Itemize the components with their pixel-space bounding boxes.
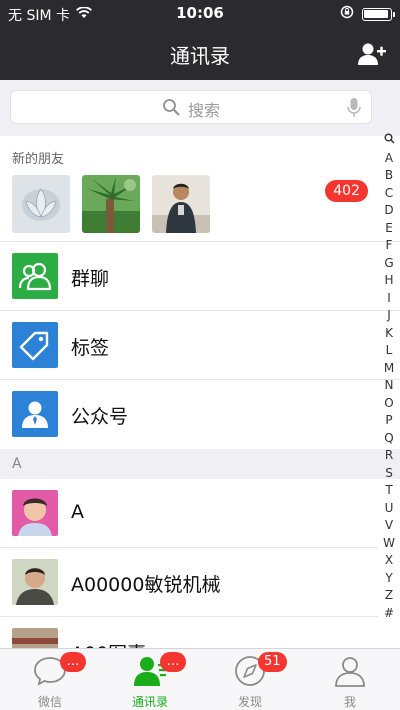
- tab-me[interactable]: 我: [300, 649, 400, 710]
- index-letter[interactable]: D: [384, 202, 393, 220]
- search-icon: [162, 98, 180, 120]
- tab-label: 我: [343, 695, 356, 709]
- official-account-icon: [12, 391, 58, 437]
- avatar: [12, 490, 58, 536]
- tab-chats[interactable]: … 微信: [0, 649, 100, 710]
- index-letter[interactable]: #: [384, 605, 394, 623]
- contact-name: A00000敏锐机械: [71, 574, 221, 596]
- search-area: 搜索: [0, 80, 400, 136]
- index-letter[interactable]: A: [385, 150, 393, 168]
- index-letter[interactable]: Z: [385, 587, 393, 605]
- tab-label: 发现: [237, 695, 262, 709]
- battery-icon: [362, 7, 395, 21]
- index-letter[interactable]: X: [385, 552, 393, 570]
- avatar: [12, 559, 58, 605]
- index-letter[interactable]: B: [385, 167, 393, 185]
- new-friends-label: 新的朋友: [12, 152, 65, 167]
- official-accounts-row[interactable]: 公众号: [0, 380, 400, 449]
- index-letter[interactable]: J: [387, 307, 391, 325]
- index-letter[interactable]: C: [385, 185, 393, 203]
- index-letter[interactable]: T: [385, 482, 392, 500]
- index-letter[interactable]: G: [384, 255, 393, 273]
- index-letter[interactable]: Y: [385, 570, 392, 588]
- contact-row[interactable]: A00000敏锐机械: [0, 548, 378, 617]
- tags-row[interactable]: 标签: [0, 311, 400, 380]
- avatar: [12, 628, 58, 648]
- group-chat-icon: [12, 253, 58, 299]
- nav-bar: 通讯录: [0, 28, 400, 80]
- contact-name: A00图惠: [71, 639, 146, 648]
- index-letter[interactable]: L: [386, 342, 393, 360]
- tab-label: 通讯录: [131, 695, 168, 709]
- search-input[interactable]: 搜索: [10, 90, 372, 124]
- new-friend-avatar[interactable]: [12, 175, 70, 233]
- contact-name: A: [71, 501, 84, 523]
- contact-row[interactable]: A00图惠: [0, 617, 378, 648]
- tab-label: 微信: [37, 695, 62, 709]
- index-letter[interactable]: H: [384, 272, 393, 290]
- index-letter[interactable]: N: [385, 377, 394, 395]
- official-accounts-label: 公众号: [71, 406, 129, 428]
- tab-badge: 51: [258, 652, 287, 672]
- index-letter[interactable]: W: [383, 535, 395, 553]
- status-bar: 无 SIM 卡 10:06: [0, 0, 400, 28]
- index-letter[interactable]: O: [384, 395, 393, 413]
- tab-badge: …: [160, 652, 186, 672]
- tag-icon: [12, 322, 58, 368]
- new-friends-badge: 402: [325, 180, 368, 202]
- tab-contacts[interactable]: … 通讯录: [100, 649, 200, 710]
- index-letter[interactable]: P: [385, 412, 392, 430]
- index-letter[interactable]: S: [385, 465, 393, 483]
- section-header-a: A: [0, 449, 400, 479]
- tab-bar: … 微信 … 通讯录 51 发现 我: [0, 648, 400, 710]
- contact-list[interactable]: 新的朋友 402 群聊 标签 公众号 A A A00000敏锐机械: [0, 136, 400, 648]
- new-friend-avatar[interactable]: [82, 175, 140, 233]
- new-friend-avatar[interactable]: [152, 175, 210, 233]
- tab-badge: …: [60, 652, 86, 672]
- rotation-lock-icon: [340, 5, 354, 23]
- index-letter[interactable]: M: [384, 360, 394, 378]
- index-letter[interactable]: I: [387, 290, 391, 308]
- search-placeholder: 搜索: [187, 101, 220, 120]
- group-chat-label: 群聊: [71, 268, 110, 290]
- index-letter[interactable]: V: [385, 517, 393, 535]
- person-icon: [333, 655, 367, 687]
- tags-label: 标签: [71, 337, 110, 359]
- group-chat-row[interactable]: 群聊: [0, 242, 400, 311]
- index-letter[interactable]: R: [385, 447, 393, 465]
- add-friend-icon[interactable]: [358, 41, 386, 67]
- alphabet-index[interactable]: A B C D E F G H I J K L M N O P Q R S T …: [380, 132, 398, 622]
- new-friends-section[interactable]: 新的朋友 402: [0, 136, 400, 242]
- index-letter[interactable]: U: [385, 500, 394, 518]
- index-letter[interactable]: Q: [384, 430, 393, 448]
- contact-row[interactable]: A: [0, 479, 378, 548]
- microphone-icon[interactable]: [347, 97, 361, 123]
- index-letter[interactable]: K: [385, 325, 393, 343]
- tab-discover[interactable]: 51 发现: [200, 649, 300, 710]
- page-title: 通讯录: [170, 44, 230, 68]
- index-letter[interactable]: E: [385, 220, 393, 238]
- index-search-icon[interactable]: [384, 132, 395, 150]
- index-letter[interactable]: F: [386, 237, 393, 255]
